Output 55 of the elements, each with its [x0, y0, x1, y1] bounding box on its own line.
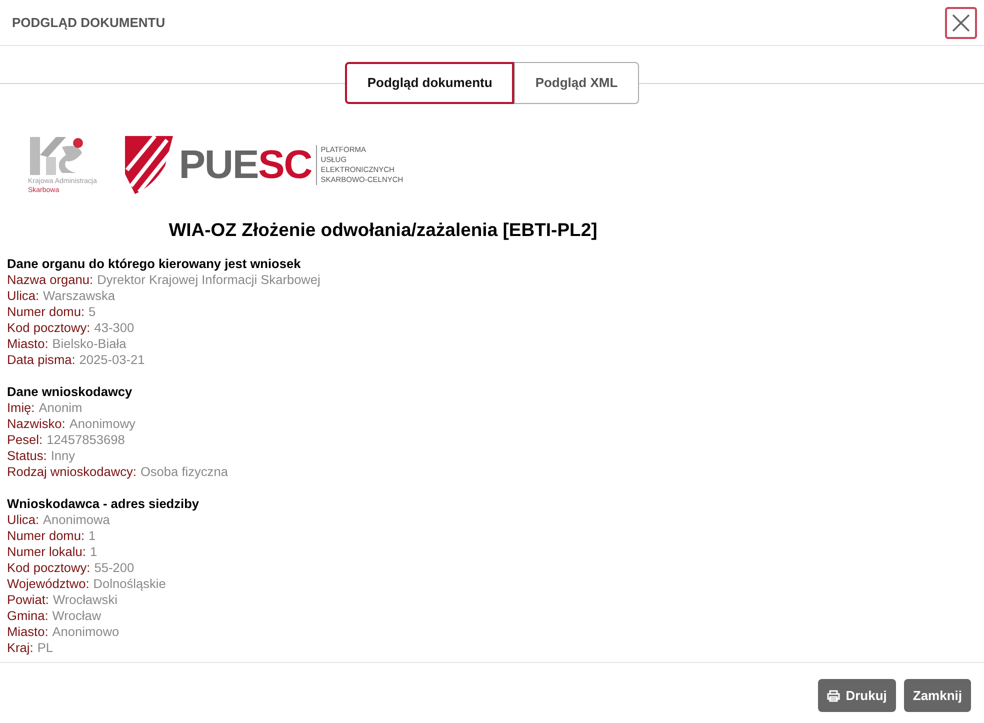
field-value: 12457853698 — [46, 432, 125, 448]
logo-wordmark: PUESC — [178, 145, 312, 185]
field-label: Nazwa organu: — [7, 272, 94, 288]
field-label: Gmina: — [7, 608, 48, 624]
field-label: Miasto: — [7, 624, 48, 640]
field-value: Warszawska — [43, 288, 116, 304]
field-label: Imię: — [7, 400, 35, 416]
field-label: Data pisma: — [7, 352, 76, 368]
field-label: Nazwisko: — [7, 416, 66, 432]
field-label: Rodzaj wnioskodawcy: — [7, 464, 136, 480]
striped-shield-icon — [122, 134, 175, 196]
field-value: PL — [37, 640, 53, 656]
tab[interactable]: Podgląd XML — [514, 62, 639, 104]
field-value: Dolnośląskie — [93, 576, 166, 592]
field-label: Pesel: — [7, 432, 43, 448]
field-value: Inny — [50, 448, 76, 464]
field-label: Ulica: — [7, 288, 39, 304]
close-button[interactable] — [945, 6, 977, 38]
field-label: Status: — [7, 448, 47, 464]
field-label: Miasto: — [7, 336, 48, 352]
field-value: 2025-03-21 — [79, 352, 145, 368]
section-heading: Dane wnioskodawcy — [7, 384, 134, 400]
kas-logo-drawing — [28, 135, 86, 177]
field-value: 1 — [90, 544, 98, 560]
field-value: Wrocław — [52, 608, 102, 624]
field-label: Kod pocztowy: — [7, 320, 90, 336]
field-value: Anonimowa — [43, 512, 110, 528]
close-button[interactable]: Zamknij — [904, 679, 971, 712]
field-value: 1 — [88, 528, 96, 544]
field-value: 5 — [88, 304, 96, 320]
field-value: Wrocławski — [52, 592, 118, 608]
field-value: Dyrektor Krajowej Informacji Skarbowej — [97, 272, 320, 288]
field-label: Powiat: — [7, 592, 49, 608]
field-value: Anonimowy — [69, 416, 136, 432]
field-value: Anonimowo — [52, 624, 120, 640]
field-value: Osoba fizyczna — [140, 464, 228, 480]
dialog-title: PODGLĄD DOKUMENTU — [12, 14, 166, 32]
field-label: Numer domu: — [7, 304, 85, 320]
field-label: Ulica: — [7, 512, 39, 528]
close-icon — [951, 12, 971, 32]
field-value: 43-300 — [94, 320, 134, 336]
field-label: Numer lokalu: — [7, 544, 86, 560]
field-value: 55-200 — [94, 560, 134, 576]
field-label: Numer domu: — [7, 528, 85, 544]
section-heading: Wnioskodawca - adres siedziby — [7, 496, 200, 512]
document-title: WIA-OZ Złożenie odwołania/zażalenia [EBTI-PL2] — [168, 218, 598, 242]
field-value: Bielsko-Biała — [52, 336, 126, 352]
field-label: Województwo: — [7, 576, 90, 592]
print-button[interactable]: Drukuj — [818, 679, 896, 712]
printer-icon — [826, 690, 840, 702]
tab[interactable]: Podgląd dokumentu — [345, 62, 514, 104]
section-heading: Dane organu do którego kierowany jest wniosek — [7, 256, 302, 272]
field-label: Kod pocztowy: — [7, 560, 90, 576]
field-value: Anonim — [38, 400, 82, 416]
field-label: Kraj: — [7, 640, 34, 656]
